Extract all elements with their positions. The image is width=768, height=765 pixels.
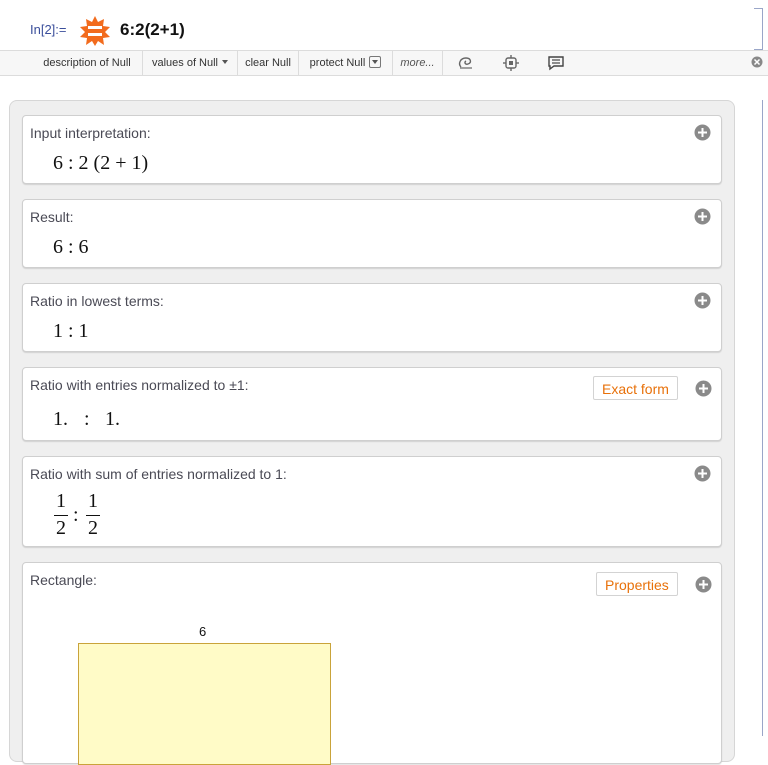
fraction-numerator: 1: [88, 490, 98, 512]
more-label: more...: [400, 57, 435, 69]
pod-title: Ratio with entries normalized to ±1:: [30, 377, 249, 393]
ratio-separator: :: [73, 504, 79, 526]
clear-null-button[interactable]: clear Null: [238, 51, 299, 75]
plus-icon[interactable]: [694, 292, 711, 309]
plus-icon[interactable]: [694, 465, 711, 482]
pod-rectangle: Rectangle: Properties 6: [22, 562, 722, 765]
clear-null-label: clear Null: [245, 57, 291, 69]
properties-button[interactable]: Properties: [596, 572, 678, 596]
pod-result: Result: 6 : 6: [22, 199, 722, 268]
pod-content: 1 : 1: [53, 320, 89, 342]
exact-form-button[interactable]: Exact form: [593, 376, 678, 400]
pod-title: Ratio in lowest terms:: [30, 293, 164, 309]
caret-down-icon: [222, 60, 229, 64]
pod-title: Ratio with sum of entries normalized to …: [30, 466, 287, 482]
dropdown-icon[interactable]: [369, 56, 382, 68]
fraction-bar: [54, 515, 68, 516]
description-of-null-button[interactable]: description of Null: [32, 51, 143, 75]
output-cell-bracket[interactable]: [754, 100, 763, 736]
wolfram-alpha-icon[interactable]: [79, 15, 111, 47]
ratio-right-value: 1.: [105, 408, 120, 430]
swirl-icon[interactable]: [457, 55, 475, 71]
pod-title: Result:: [30, 209, 74, 225]
pod-title: Rectangle:: [30, 572, 97, 588]
input-prompt-label: In[2]:=: [30, 22, 67, 37]
more-button[interactable]: more...: [393, 51, 443, 75]
rectangle-width-label: 6: [199, 624, 207, 639]
plus-icon[interactable]: [694, 124, 711, 141]
pod-content: 6 : 2 (2 + 1): [53, 152, 149, 174]
gear-icon[interactable]: [502, 55, 520, 71]
close-icon[interactable]: [751, 56, 763, 68]
description-of-null-label: description of Null: [43, 57, 131, 69]
query-text[interactable]: 6:2(2+1): [120, 20, 185, 40]
ratio-left-value: 1.: [53, 408, 68, 430]
plus-icon[interactable]: [695, 380, 712, 397]
plus-icon[interactable]: [694, 208, 711, 225]
pod-ratio-normalized: Ratio with entries normalized to ±1: 1. …: [22, 367, 722, 441]
values-of-null-button[interactable]: values of Null: [143, 51, 238, 75]
pod-input-interpretation: Input interpretation: 6 : 2 (2 + 1): [22, 115, 722, 184]
pod-ratio-sum-normalized: Ratio with sum of entries normalized to …: [22, 456, 722, 547]
fraction-numerator: 1: [56, 490, 66, 512]
protect-null-label: protect Null: [309, 57, 366, 69]
fraction-denominator: 2: [56, 517, 66, 539]
plus-icon[interactable]: [695, 576, 712, 593]
suggestions-toolbar: description of Null values of Null clear…: [0, 50, 768, 76]
pod-ratio-lowest-terms: Ratio in lowest terms: 1 : 1: [22, 283, 722, 352]
values-of-null-label: values of Null: [151, 57, 219, 69]
fraction-denominator: 2: [88, 517, 98, 539]
feedback-icon[interactable]: [547, 55, 565, 71]
fraction-bar: [86, 515, 100, 516]
ratio-separator: :: [84, 408, 90, 430]
pod-title: Input interpretation:: [30, 125, 151, 141]
pod-content: 6 : 6: [53, 236, 89, 258]
cell-bracket[interactable]: [754, 8, 763, 50]
protect-null-button[interactable]: protect Null: [299, 51, 393, 75]
rectangle-shape: [78, 643, 331, 765]
